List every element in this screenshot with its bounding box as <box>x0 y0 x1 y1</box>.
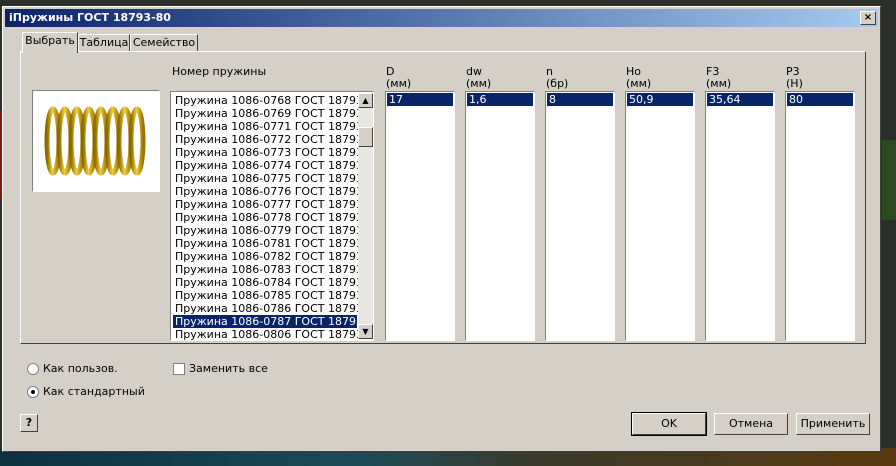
param-value-3[interactable]: 50,9 <box>627 93 693 106</box>
list-item[interactable]: Пружина 1086-0782 ГОСТ 18793-80 <box>173 250 373 263</box>
param-unit-5: (H) <box>786 77 803 90</box>
param-unit-2: (бр) <box>546 77 569 90</box>
param-listbox-3[interactable]: 50,9 <box>625 91 695 341</box>
radio-standard[interactable] <box>27 386 39 398</box>
list-item[interactable]: Пружина 1086-0776 ГОСТ 18793-80 <box>173 185 373 198</box>
scroll-down-icon: ▼ <box>362 327 369 336</box>
list-item[interactable]: Пружина 1086-0786 ГОСТ 18793-80 <box>173 302 373 315</box>
background-strip-right <box>882 140 896 220</box>
radio-standard-label: Как стандартный <box>43 385 145 398</box>
param-unit-0: (мм) <box>386 77 412 90</box>
list-item[interactable]: Пружина 1086-0772 ГОСТ 18793-80 <box>173 133 373 146</box>
apply-button[interactable]: Применить <box>796 413 870 435</box>
list-item[interactable]: Пружина 1086-0769 ГОСТ 18793-80 <box>173 107 373 120</box>
list-item[interactable]: Пружина 1086-0783 ГОСТ 18793-80 <box>173 263 373 276</box>
param-listbox-4[interactable]: 35,64 <box>705 91 775 341</box>
param-listbox-0[interactable]: 17 <box>385 91 455 341</box>
cancel-button[interactable]: Отмена <box>714 413 788 435</box>
close-icon: × <box>863 12 873 23</box>
spring-preview <box>32 90 160 192</box>
replace-all-checkbox[interactable] <box>173 363 185 375</box>
help-icon: ? <box>25 416 33 429</box>
help-button[interactable]: ? <box>20 414 38 432</box>
param-unit-1: (мм) <box>466 77 492 90</box>
scroll-down-button[interactable]: ▼ <box>358 324 373 339</box>
list-item[interactable]: Пружина 1086-0787 ГОСТ 18793-80 <box>173 315 373 328</box>
param-unit-3: (мм) <box>626 77 652 90</box>
list-item[interactable]: Пружина 1086-0784 ГОСТ 18793-80 <box>173 276 373 289</box>
param-value-4[interactable]: 35,64 <box>707 93 773 106</box>
list-item[interactable]: Пружина 1086-0775 ГОСТ 18793-80 <box>173 172 373 185</box>
spring-listbox[interactable]: Пружина 1086-0768 ГОСТ 18793-80 Пружина 1… <box>170 91 374 341</box>
ok-button[interactable]: OK <box>631 412 707 436</box>
tab-select[interactable]: Выбрать <box>22 32 78 53</box>
param-value-1[interactable]: 1,6 <box>467 93 533 106</box>
replace-all-label: Заменить все <box>189 362 268 375</box>
param-listbox-5[interactable]: 80 <box>785 91 855 341</box>
spring-number-label: Номер пружины <box>172 65 267 78</box>
list-item[interactable]: Пружина 1086-0773 ГОСТ 18793-80 <box>173 146 373 159</box>
list-item[interactable]: Пружина 1086-0806 ГОСТ 18793-80 <box>173 328 373 340</box>
param-unit-4: (мм) <box>706 77 732 90</box>
param-value-2[interactable]: 8 <box>547 93 613 106</box>
list-item[interactable]: Пружина 1086-0768 ГОСТ 18793-80 <box>173 94 373 107</box>
param-value-0[interactable]: 17 <box>387 93 453 106</box>
param-value-5[interactable]: 80 <box>787 93 853 106</box>
list-item[interactable]: Пружина 1086-0771 ГОСТ 18793-80 <box>173 120 373 133</box>
param-listbox-1[interactable]: 1,6 <box>465 91 535 341</box>
spring-icon <box>44 106 146 176</box>
scroll-thumb[interactable] <box>358 127 373 147</box>
window-title: iПружины ГОСТ 18793-80 <box>9 11 171 24</box>
list-scrollbar[interactable]: ▲ ▼ <box>358 93 373 339</box>
list-item[interactable]: Пружина 1086-0781 ГОСТ 18793-80 <box>173 237 373 250</box>
list-item[interactable]: Пружина 1086-0774 ГОСТ 18793-80 <box>173 159 373 172</box>
scroll-up-button[interactable]: ▲ <box>358 93 373 108</box>
tab-table[interactable]: Таблица <box>78 34 130 52</box>
scroll-up-icon: ▲ <box>362 96 369 105</box>
radio-custom[interactable] <box>27 363 39 375</box>
list-item[interactable]: Пружина 1086-0779 ГОСТ 18793-80 <box>173 224 373 237</box>
close-button[interactable]: × <box>860 11 876 25</box>
list-item[interactable]: Пружина 1086-0777 ГОСТ 18793-80 <box>173 198 373 211</box>
param-listbox-2[interactable]: 8 <box>545 91 615 341</box>
title-bar[interactable]: iПружины ГОСТ 18793-80 × <box>5 9 878 27</box>
list-item[interactable]: Пружина 1086-0778 ГОСТ 18793-80 <box>173 211 373 224</box>
list-item[interactable]: Пружина 1086-0785 ГОСТ 18793-80 <box>173 289 373 302</box>
radio-custom-label: Как пользов. <box>43 362 118 375</box>
tab-family[interactable]: Семейство <box>130 34 198 52</box>
